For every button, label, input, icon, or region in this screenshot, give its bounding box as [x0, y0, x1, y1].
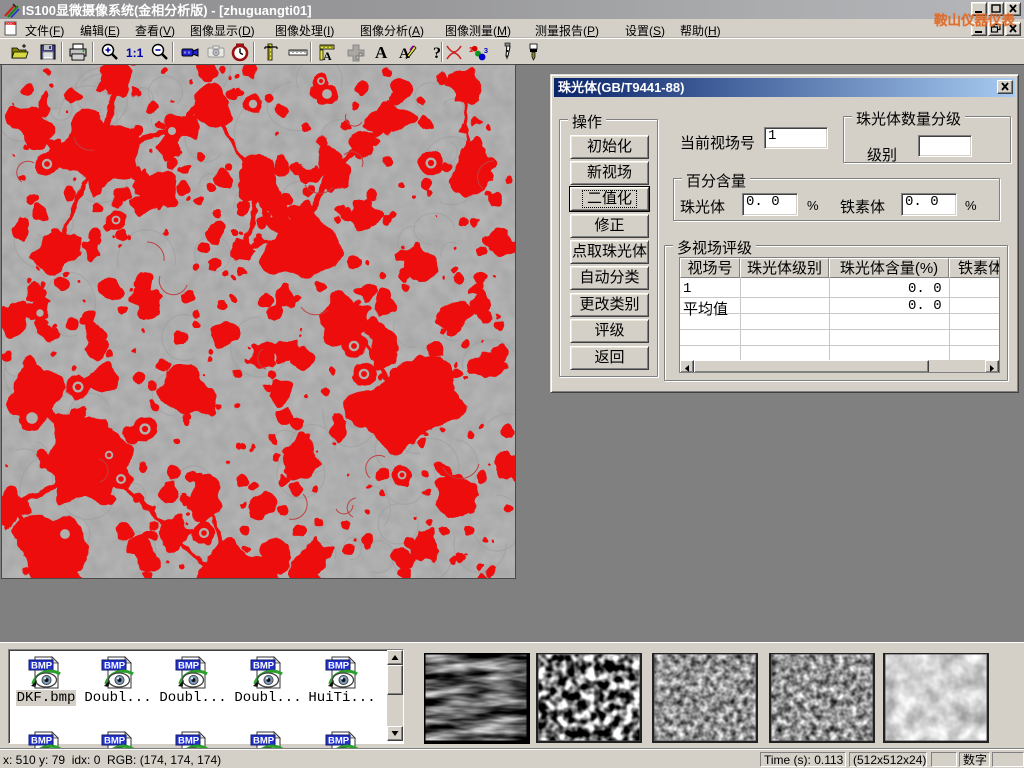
svg-text:DOC: DOC	[6, 22, 14, 26]
svg-text:A: A	[375, 43, 388, 62]
svg-text:A: A	[323, 49, 332, 62]
svg-text:3: 3	[484, 46, 488, 55]
svg-text:?: ?	[433, 45, 441, 62]
svg-text:1:1: 1:1	[126, 46, 144, 60]
